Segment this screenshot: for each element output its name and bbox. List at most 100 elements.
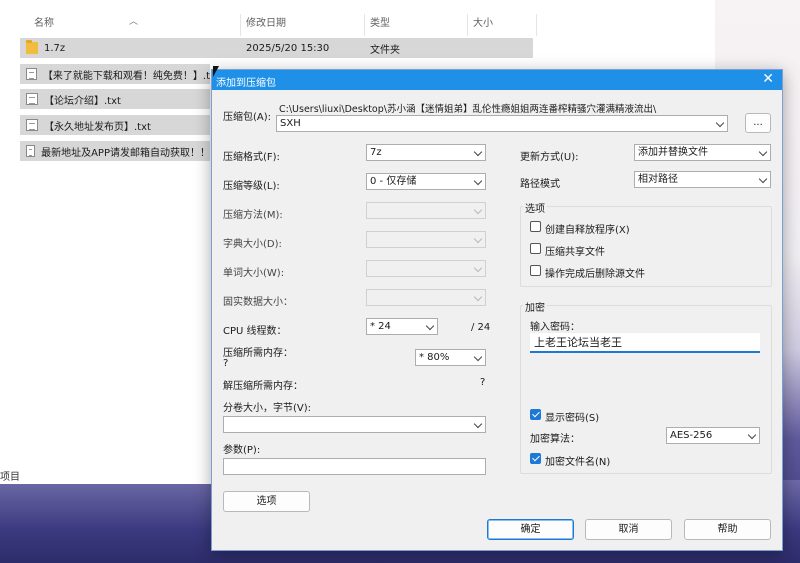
memory-percent-value: * 80% bbox=[419, 352, 450, 363]
column-divider[interactable] bbox=[364, 14, 365, 36]
file-row[interactable]: 【论坛介绍】.txt bbox=[20, 89, 210, 109]
solid-size-label: 固实数据大小： bbox=[223, 297, 293, 308]
chevron-down-icon bbox=[473, 176, 483, 186]
archive-name-value: SXH bbox=[280, 118, 301, 129]
solid-size-select bbox=[366, 289, 486, 306]
chevron-down-icon bbox=[425, 321, 435, 331]
chevron-down-icon bbox=[473, 205, 483, 215]
encrypt-names-label[interactable]: 加密文件名(N) bbox=[545, 453, 610, 468]
file-name: 【论坛介绍】.txt bbox=[44, 95, 121, 107]
column-size[interactable]: 大小 bbox=[473, 14, 493, 29]
archive-label: 压缩包(A): bbox=[223, 112, 272, 123]
dialog-title: 添加到压缩包 bbox=[216, 78, 276, 89]
decompress-memory-value: ? bbox=[480, 377, 486, 388]
compress-shared-label[interactable]: 压缩共享文件 bbox=[545, 243, 605, 258]
chevron-down-icon bbox=[473, 292, 483, 302]
chevron-down-icon bbox=[473, 419, 483, 429]
ok-button[interactable]: 确定 bbox=[487, 519, 574, 540]
path-mode-label: 路径模式 bbox=[520, 179, 560, 190]
file-name: 1.7z bbox=[44, 42, 66, 54]
encryption-method-value: AES-256 bbox=[670, 430, 713, 441]
update-mode-value: 添加并替换文件 bbox=[638, 147, 708, 158]
encrypt-names-checkbox[interactable] bbox=[530, 453, 541, 464]
file-row[interactable]: 【永久地址发布页】.txt bbox=[20, 115, 210, 135]
level-value: 0 - 仅存储 bbox=[370, 176, 417, 187]
column-headers: 名称 ︿ 修改日期 类型 大小 bbox=[0, 8, 715, 36]
column-divider[interactable] bbox=[536, 14, 537, 36]
encryption-method-select[interactable]: AES-256 bbox=[666, 427, 760, 444]
create-sfx-checkbox[interactable] bbox=[530, 221, 541, 232]
text-file-icon bbox=[26, 145, 36, 157]
add-to-archive-dialog: 添加到压缩包 ✕ 压缩包(A): C:\Users\liuxi\Desktop\… bbox=[211, 69, 783, 551]
encryption-group-title: 加密 bbox=[523, 299, 547, 314]
encryption-method-label: 加密算法： bbox=[530, 434, 580, 445]
options-button[interactable]: 选项 bbox=[223, 491, 310, 512]
word-size-select bbox=[366, 260, 486, 277]
archive-name-combo[interactable]: SXH bbox=[276, 115, 728, 132]
compress-shared-checkbox[interactable] bbox=[530, 243, 541, 254]
browse-button[interactable]: ... bbox=[745, 113, 771, 133]
delete-after-checkbox[interactable] bbox=[530, 265, 541, 276]
volume-size-combo[interactable] bbox=[223, 416, 486, 433]
text-file-icon bbox=[26, 93, 38, 105]
update-mode-select[interactable]: 添加并替换文件 bbox=[634, 144, 771, 161]
show-password-label[interactable]: 显示密码(S) bbox=[545, 409, 599, 424]
column-modified[interactable]: 修改日期 bbox=[246, 14, 286, 29]
format-label: 压缩格式(F): bbox=[223, 152, 280, 163]
path-mode-value: 相对路径 bbox=[638, 174, 678, 185]
chevron-down-icon bbox=[473, 263, 483, 273]
dictionary-select bbox=[366, 231, 486, 248]
format-select[interactable]: 7z bbox=[366, 144, 486, 161]
method-label: 压缩方法(M): bbox=[223, 210, 283, 221]
status-bar-text: 项目 bbox=[0, 472, 20, 483]
file-name: 最新地址及APP请发邮箱自动获取！！ bbox=[41, 147, 210, 159]
file-row[interactable]: 1.7z 2025/5/20 15:30 文件夹 bbox=[20, 38, 533, 58]
show-password-checkbox[interactable] bbox=[530, 409, 541, 420]
cpu-threads-select[interactable]: * 24 bbox=[366, 318, 438, 335]
method-select bbox=[366, 202, 486, 219]
chevron-down-icon bbox=[473, 234, 483, 244]
sort-up-icon: ︿ bbox=[129, 17, 139, 27]
chevron-down-icon bbox=[473, 352, 483, 362]
cancel-button[interactable]: 取消 bbox=[585, 519, 672, 540]
password-label: 输入密码： bbox=[530, 322, 580, 333]
level-select[interactable]: 0 - 仅存储 bbox=[366, 173, 486, 190]
password-input[interactable]: 上老王论坛当老王 bbox=[530, 333, 760, 353]
chevron-down-icon bbox=[758, 174, 768, 184]
delete-after-label[interactable]: 操作完成后删除源文件 bbox=[545, 265, 645, 280]
parameters-input[interactable] bbox=[223, 458, 486, 475]
column-divider[interactable] bbox=[240, 14, 241, 36]
cpu-threads-value: * 24 bbox=[370, 321, 391, 332]
help-button[interactable]: 帮助 bbox=[684, 519, 771, 540]
path-mode-select[interactable]: 相对路径 bbox=[634, 171, 771, 188]
folder-icon bbox=[26, 40, 38, 54]
parameters-label: 参数(P): bbox=[223, 445, 261, 456]
close-icon[interactable]: ✕ bbox=[762, 71, 774, 87]
file-row[interactable]: 【来了就能下载和观看！纯免费！】.t bbox=[20, 64, 210, 84]
update-mode-label: 更新方式(U): bbox=[520, 152, 579, 163]
decompress-memory-label: 解压缩所需内存： bbox=[223, 381, 303, 392]
word-size-label: 单词大小(W): bbox=[223, 268, 285, 279]
compress-memory-value: ? bbox=[223, 358, 229, 369]
file-name: 【来了就能下载和观看！纯免费！】.t bbox=[42, 70, 210, 82]
memory-percent-select[interactable]: * 80% bbox=[415, 349, 486, 366]
file-row[interactable]: 最新地址及APP请发邮箱自动获取！！ bbox=[20, 141, 210, 161]
chevron-down-icon bbox=[473, 147, 483, 157]
compress-memory-label: 压缩所需内存： bbox=[223, 348, 293, 359]
options-group-title: 选项 bbox=[523, 200, 547, 215]
file-type: 文件夹 bbox=[370, 44, 400, 56]
dialog-title-bar[interactable]: 添加到压缩包 ✕ bbox=[212, 70, 782, 90]
column-type[interactable]: 类型 bbox=[370, 14, 390, 29]
level-label: 压缩等级(L): bbox=[223, 181, 280, 192]
file-name: 【永久地址发布页】.txt bbox=[44, 121, 151, 133]
create-sfx-label[interactable]: 创建自释放程序(X) bbox=[545, 221, 630, 236]
column-name[interactable]: 名称 bbox=[34, 14, 54, 29]
cpu-threads-label: CPU 线程数： bbox=[223, 326, 287, 337]
column-divider[interactable] bbox=[467, 14, 468, 36]
chevron-down-icon bbox=[758, 147, 768, 157]
chevron-down-icon bbox=[747, 430, 757, 440]
archive-path: C:\Users\liuxi\Desktop\苏小涵【迷情姐弟】乱伦性瘾姐姐两连… bbox=[279, 104, 657, 115]
mouse-cursor-icon bbox=[213, 66, 219, 77]
chevron-down-icon bbox=[715, 118, 725, 128]
file-date: 2025/5/20 15:30 bbox=[246, 42, 330, 54]
